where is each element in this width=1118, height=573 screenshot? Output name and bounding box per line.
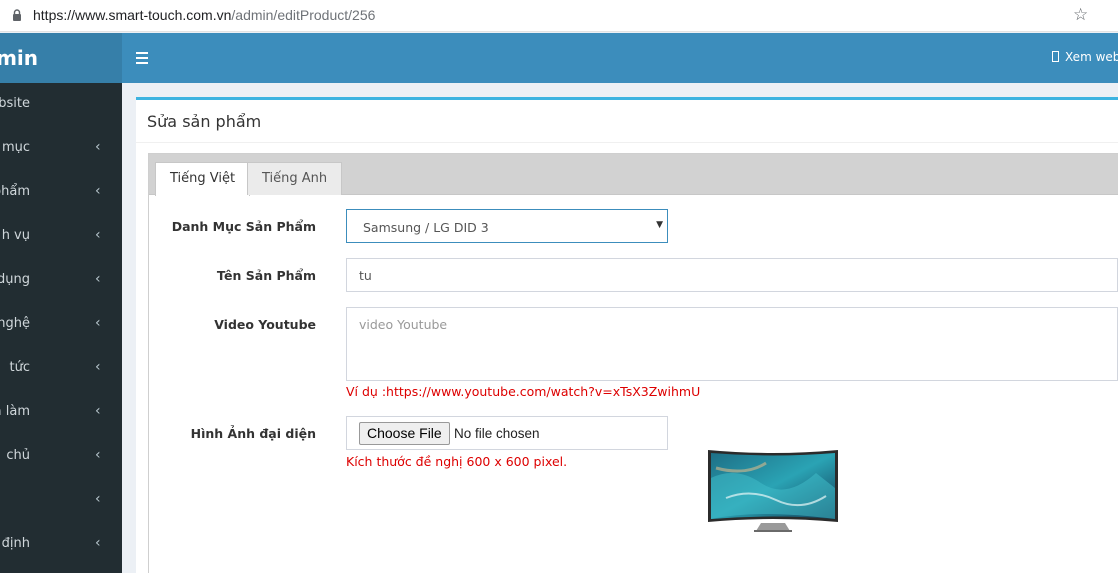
sidebar-item-label: tức xyxy=(9,360,30,375)
sidebar-item[interactable]: ‹ xyxy=(0,479,122,523)
chevron-left-icon: ‹ xyxy=(95,491,101,507)
hamburger-icon[interactable] xyxy=(136,49,150,67)
page-title: Sửa sản phẩm xyxy=(147,112,262,131)
file-status: No file chosen xyxy=(454,426,540,441)
chevron-left-icon: ‹ xyxy=(95,139,101,155)
logo[interactable]: dmin xyxy=(0,33,122,83)
sidebar-item[interactable]: án đã làm ‹ xyxy=(0,391,122,435)
video-textarea[interactable]: video Youtube xyxy=(346,307,1118,381)
sidebar-item[interactable]: chủ ‹ xyxy=(0,435,122,479)
chevron-left-icon: ‹ xyxy=(95,227,101,243)
star-icon[interactable]: ☆ xyxy=(1073,5,1088,25)
sidebar-item-label: nh mục xyxy=(0,140,30,155)
sidebar-item-label: h vụ xyxy=(1,228,30,243)
top-header: Xem web xyxy=(122,33,1118,83)
url-path: /admin/editProduct/256 xyxy=(231,7,376,23)
sidebar-item[interactable]: ebsite xyxy=(0,83,122,127)
lock-icon xyxy=(13,9,21,21)
url-text[interactable]: https://www.smart-touch.com.vn/admin/edi… xyxy=(33,7,375,23)
sidebar-item[interactable]: ả phẩm ‹ xyxy=(0,171,122,215)
chevron-left-icon: ‹ xyxy=(95,315,101,331)
tab-english[interactable]: Tiếng Anh xyxy=(247,162,343,195)
image-size-hint: Kích thước đề nghị 600 x 600 pixel. xyxy=(346,454,568,469)
sidebar-item[interactable]: h vụ ‹ xyxy=(0,215,122,259)
sidebar-item-label: ả phẩm xyxy=(0,184,30,199)
video-hint: Ví dụ :https://www.youtube.com/watch?v=x… xyxy=(346,384,701,399)
sidebar-item[interactable]: ển dụng ‹ xyxy=(0,259,122,303)
sidebar-item-label: chủ xyxy=(6,448,30,463)
chevron-left-icon: ‹ xyxy=(95,447,101,463)
category-label: Danh Mục Sản Phẩm xyxy=(171,219,316,234)
video-label: Video Youtube xyxy=(214,317,316,332)
category-select[interactable]: Samsung / LG DID 3 ▼ xyxy=(346,209,668,243)
category-selected-value: Samsung / LG DID 3 xyxy=(363,220,489,235)
product-name-input[interactable]: tu xyxy=(346,258,1118,292)
view-website-link[interactable]: Xem web xyxy=(1052,50,1118,64)
image-file-input[interactable]: Choose File No file chosen xyxy=(346,416,668,450)
sidebar: dmin ebsitenh mục‹ả phẩm‹h vụ‹ển dụng‹cô… xyxy=(0,33,122,573)
product-name-value: tu xyxy=(359,268,372,283)
browser-address-bar[interactable]: https://www.smart-touch.com.vn/admin/edi… xyxy=(0,0,1118,32)
product-image-preview xyxy=(708,450,838,532)
chevron-left-icon: ‹ xyxy=(95,359,101,375)
sidebar-item-label: công nghệ xyxy=(0,316,30,331)
sidebar-item-label: định xyxy=(1,536,30,551)
sidebar-item[interactable]: công nghệ ‹ xyxy=(0,303,122,347)
external-link-icon xyxy=(1052,51,1059,62)
choose-file-button[interactable]: Choose File xyxy=(359,422,450,445)
sidebar-item-label: ển dụng xyxy=(0,272,30,287)
video-placeholder: video Youtube xyxy=(359,317,448,332)
chevron-left-icon: ‹ xyxy=(95,271,101,287)
tab-vietnamese[interactable]: Tiếng Việt xyxy=(155,162,251,196)
image-label: Hình Ảnh đại diện xyxy=(190,426,316,441)
caret-down-icon: ▼ xyxy=(656,220,663,230)
sidebar-item-label: ebsite xyxy=(0,96,30,111)
chevron-left-icon: ‹ xyxy=(95,183,101,199)
chevron-left-icon: ‹ xyxy=(95,535,101,551)
sidebar-item[interactable]: định ‹ xyxy=(0,523,122,567)
header-divider xyxy=(136,142,1118,143)
sidebar-item[interactable]: nh mục ‹ xyxy=(0,127,122,171)
url-host: https://www.smart-touch.com.vn xyxy=(33,7,232,23)
product-name-label: Tên Sản Phẩm xyxy=(216,268,316,283)
sidebar-item[interactable]: tức ‹ xyxy=(0,347,122,391)
chevron-left-icon: ‹ xyxy=(95,403,101,419)
sidebar-item-label: án đã làm xyxy=(0,404,30,419)
tabs-bar: Tiếng Việt Tiếng Anh xyxy=(149,154,1118,196)
